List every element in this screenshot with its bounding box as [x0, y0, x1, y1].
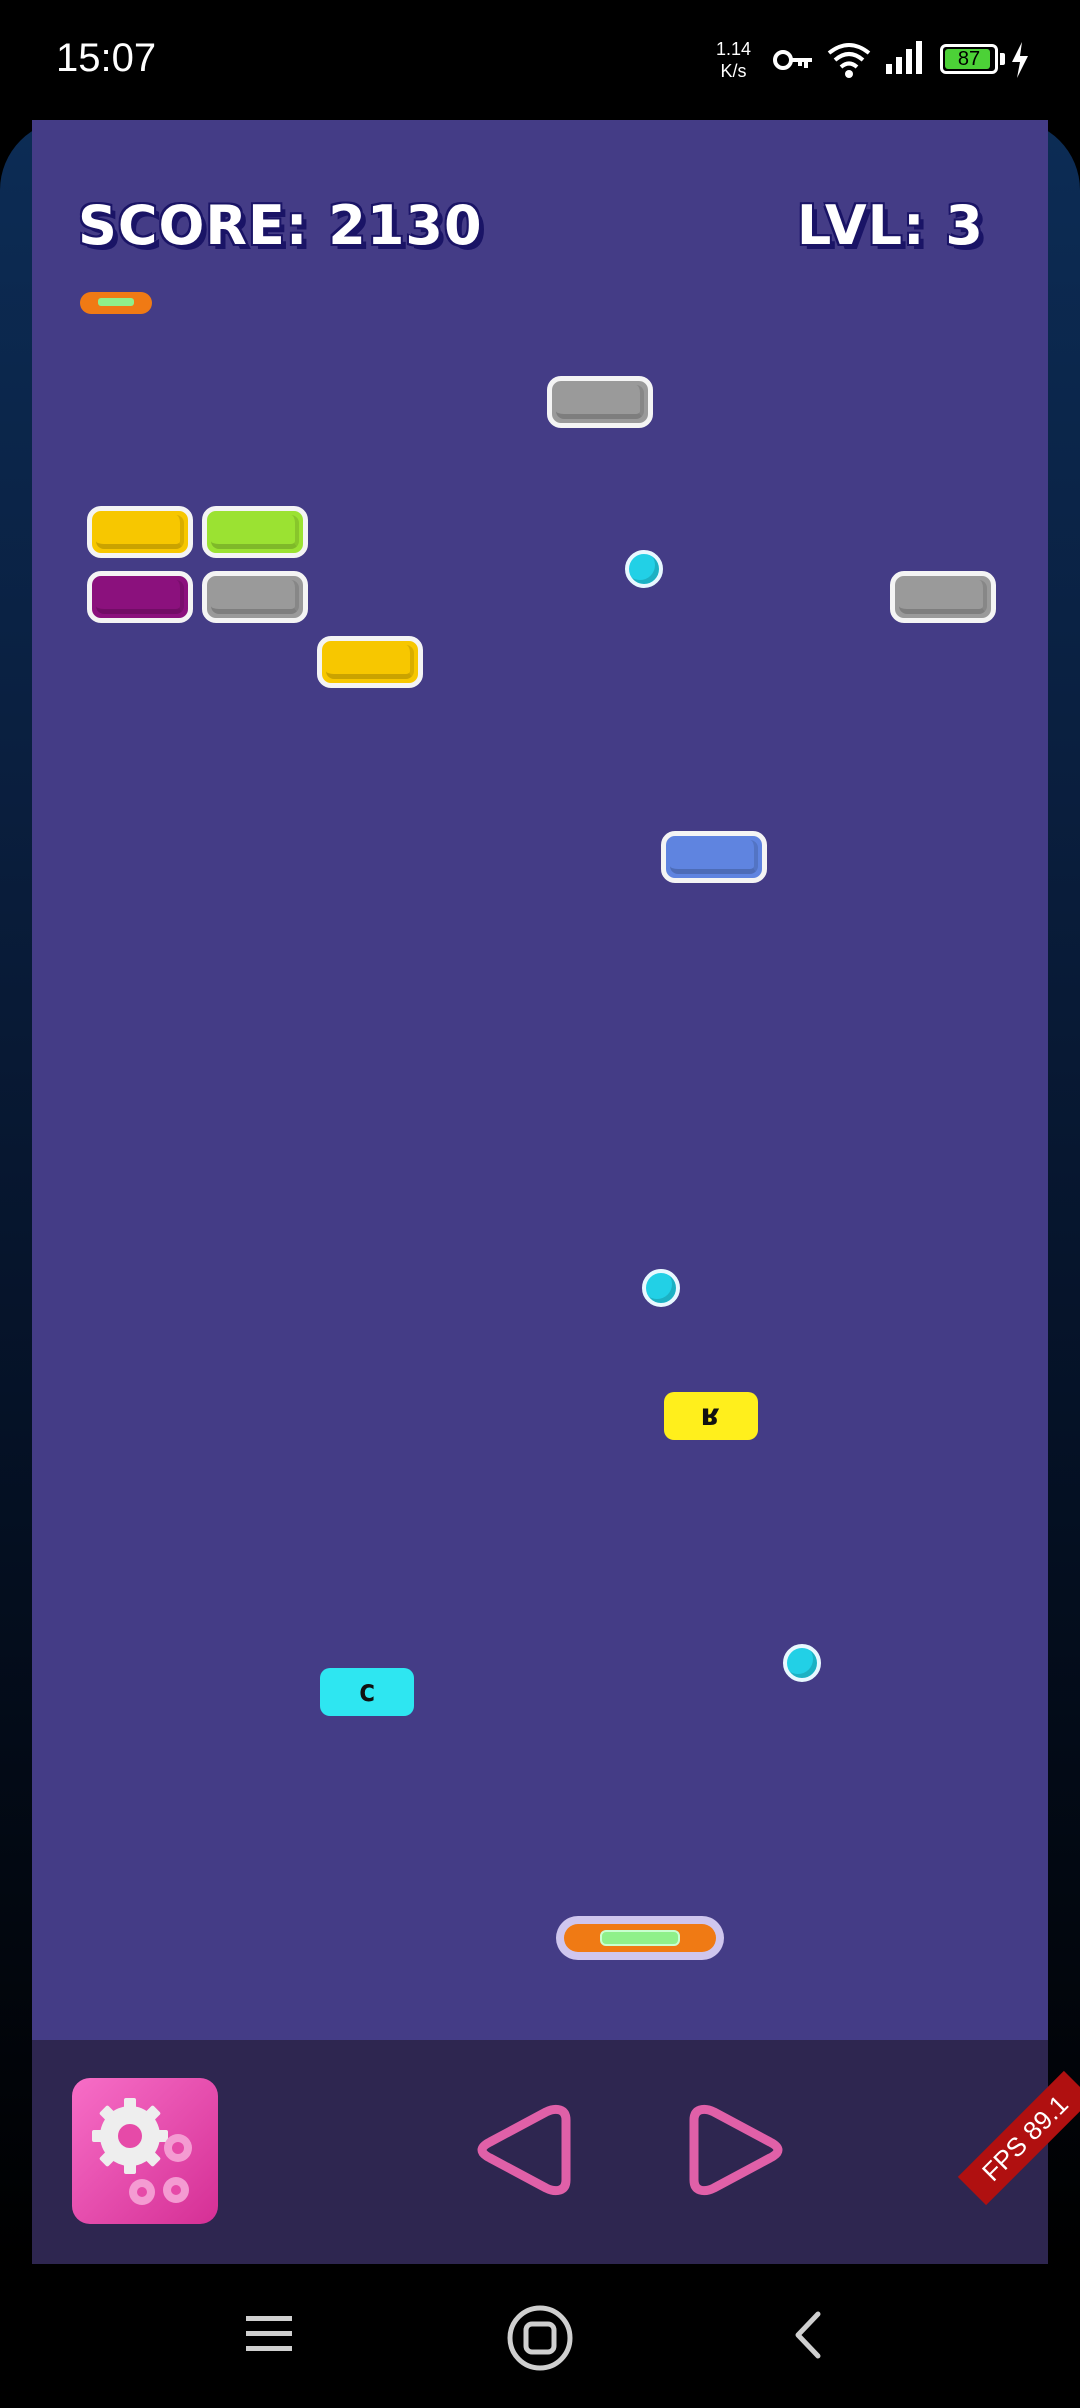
powerup-capsule-cyan: c [320, 1668, 414, 1716]
ball [642, 1269, 680, 1307]
life-indicator-core [98, 298, 134, 306]
charging-icon [1012, 42, 1028, 78]
brick-green [202, 506, 308, 558]
vpn-key-icon [773, 50, 812, 70]
settings-button[interactable] [72, 2078, 218, 2224]
brick-blue [661, 831, 767, 883]
status-bar: 15:07 1.14 K/s 87 [0, 0, 1080, 120]
brick-yellow [317, 636, 423, 688]
battery-cap [1000, 53, 1005, 65]
gears-icon [92, 2098, 192, 2205]
network-speed-value: 1.14 [716, 39, 752, 59]
powerup-capsule-yellow: ʁ [664, 1392, 758, 1440]
paddle-core [600, 1930, 680, 1946]
navigation-bar [0, 2264, 1080, 2408]
battery-level: 87 [957, 48, 981, 70]
network-speed: 1.14 K/s [716, 38, 751, 82]
network-speed-unit: K/s [720, 61, 747, 81]
brick-gray [890, 571, 996, 623]
paddle[interactable] [556, 1916, 724, 1960]
brick-purple [87, 571, 193, 623]
back-icon[interactable] [790, 2310, 826, 2360]
life-indicator [80, 292, 152, 314]
ball [625, 550, 663, 588]
level-label: LVL: 3 [796, 194, 984, 257]
home-icon[interactable] [506, 2304, 574, 2372]
ball [783, 1644, 821, 1682]
brick-gray [202, 571, 308, 623]
signal-icon [886, 41, 922, 74]
move-right-button[interactable] [686, 2100, 786, 2200]
menu-icon[interactable] [244, 2312, 294, 2356]
status-time: 15:07 [56, 36, 157, 80]
paddle-body [564, 1924, 716, 1952]
move-left-button[interactable] [474, 2100, 574, 2200]
brick-gray [547, 376, 653, 428]
wifi-icon [827, 43, 871, 78]
game-area[interactable] [32, 120, 1048, 2040]
brick-yellow [87, 506, 193, 558]
score-label: SCORE: 2130 [78, 194, 483, 257]
battery-icon: 87 [940, 44, 998, 74]
